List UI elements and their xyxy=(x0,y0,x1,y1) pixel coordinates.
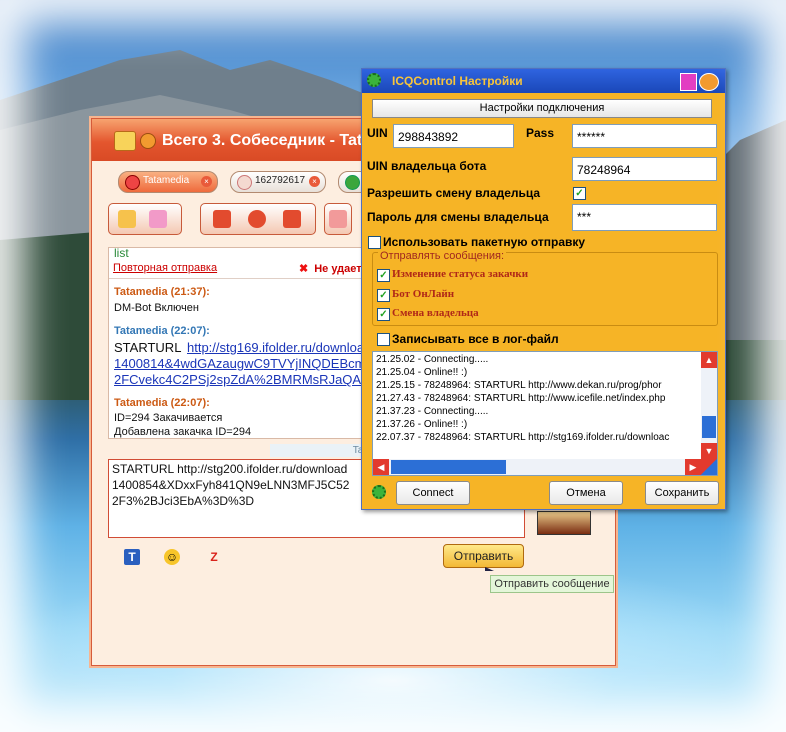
status-flower-icon xyxy=(237,175,252,190)
settings-dialog: ICQControl Настройки Настройки подключен… xyxy=(361,68,726,510)
chat-title: Всего 3. Собеседник - Tata xyxy=(162,132,372,149)
message-text: STARTURL xyxy=(114,340,182,355)
toolbar-group-messages xyxy=(108,203,182,235)
error-text: Не удает xyxy=(314,263,362,275)
resize-corner xyxy=(701,459,717,475)
dialog-title: ICQControl Настройки xyxy=(392,74,523,88)
status-flower-icon xyxy=(345,175,360,190)
gear-icon xyxy=(372,485,386,499)
message-link[interactable]: http://stg169.ifolder.ru/download xyxy=(187,340,371,355)
close-tab-icon[interactable]: × xyxy=(201,176,212,187)
text-format-icon[interactable]: T xyxy=(124,549,140,565)
shake-icon[interactable]: Z xyxy=(206,549,222,565)
log-line: 21.25.04 - Online!! :) xyxy=(376,367,468,378)
owner-pass-label: Пароль для смены владельца xyxy=(367,210,549,224)
avatar xyxy=(537,511,591,535)
message-icon xyxy=(114,131,136,151)
message-text: Добавлена закачка ID=294 xyxy=(114,426,252,438)
scroll-up-icon[interactable]: ▲ xyxy=(701,352,717,368)
send-tooltip: Отправить сообщение xyxy=(490,575,614,593)
toolbar-group-calls xyxy=(200,203,316,235)
status-flower-icon xyxy=(125,175,140,190)
list-label: list xyxy=(114,247,129,260)
log-line: 21.25.15 - 78248964: STARTURL http://www… xyxy=(376,380,662,391)
error-x-icon: ✖ xyxy=(299,263,309,275)
resend-link[interactable]: Повторная отправка xyxy=(113,262,217,274)
save-button[interactable]: Сохранить xyxy=(645,481,719,505)
close-icon[interactable] xyxy=(699,73,719,91)
input-line: STARTURL http://stg200.ifolder.ru/downlo… xyxy=(112,462,348,476)
log-line: 21.25.02 - Connecting..... xyxy=(376,354,489,365)
input-line: 1400854&XDxxFyh841QN9eLNN3MFJ5C52 xyxy=(112,478,350,492)
pin-icon[interactable] xyxy=(680,73,697,91)
scroll-down-icon[interactable]: ▼ xyxy=(701,443,717,459)
owner-change-label: Смена владельца xyxy=(392,307,479,319)
send-messages-title: Отправлять сообщения: xyxy=(378,250,507,262)
send-button[interactable]: Отправить xyxy=(443,544,524,568)
toolbar-group-extra xyxy=(324,203,352,235)
connect-button[interactable]: Connect xyxy=(396,481,470,505)
log-output[interactable]: 21.25.02 - Connecting..... 21.25.04 - On… xyxy=(372,351,718,476)
scroll-thumb[interactable] xyxy=(702,416,716,438)
pass-label: Pass xyxy=(526,126,555,140)
batch-send-label: Использовать пакетную отправку xyxy=(383,235,586,249)
vertical-scrollbar[interactable]: ▲ ▼ xyxy=(701,352,717,459)
message-link[interactable]: 1400814&4wdGAzaugwC9TVYjINQDEBcmA xyxy=(114,356,374,371)
owner-uin-label: UIN владельца бота xyxy=(367,159,487,173)
message-header: Tatamedia (21:37): xyxy=(114,286,210,298)
message-text: ID=294 Закачивается xyxy=(114,412,223,424)
uin-label: UIN xyxy=(367,126,388,140)
tab-tatamedia[interactable]: Tatamedia × xyxy=(118,171,218,193)
log-file-label: Записывать все в лог-файл xyxy=(392,332,559,346)
message-header: Tatamedia (22:07): xyxy=(114,325,210,337)
error-notice: ✖ Не удает xyxy=(299,262,362,275)
log-line: 21.37.23 - Connecting..... xyxy=(376,406,489,417)
message-link[interactable]: 2FCvekc4C2PSj2spZdA%2BMRMsRJaQA% xyxy=(114,372,373,387)
horizontal-scrollbar[interactable]: ◀ ▶ xyxy=(373,459,701,475)
mouse-cursor-icon xyxy=(485,567,494,571)
phone-icon[interactable] xyxy=(213,210,231,228)
file-icon[interactable] xyxy=(329,210,347,228)
scroll-right-icon[interactable]: ▶ xyxy=(685,459,701,475)
log-line: 22.07.37 - 78248964: STARTURL http://stg… xyxy=(376,432,670,443)
batch-send-checkbox[interactable] xyxy=(368,236,381,249)
pass-field[interactable]: ****** xyxy=(572,124,717,148)
multi-message-icon[interactable] xyxy=(149,210,167,228)
bot-online-label: Бот ОнЛайн xyxy=(392,288,455,300)
message-text: DM-Bot Включен xyxy=(114,302,199,314)
allow-owner-change-label: Разрешить смену владельца xyxy=(367,186,541,200)
message-icon[interactable] xyxy=(118,210,136,228)
bot-online-checkbox[interactable]: ✓ xyxy=(377,289,390,302)
owner-pass-field[interactable]: *** xyxy=(572,204,717,231)
tab-162792617[interactable]: 162792617 × xyxy=(230,171,326,193)
webcam-icon[interactable] xyxy=(248,210,266,228)
tab-label: Tatamedia xyxy=(143,175,190,186)
cancel-button[interactable]: Отмена xyxy=(549,481,623,505)
status-flower-icon xyxy=(140,133,156,149)
status-change-label: Изменение статуса закачки xyxy=(392,268,529,280)
connection-settings-button[interactable]: Настройки подключения xyxy=(372,99,712,118)
status-change-checkbox[interactable]: ✓ xyxy=(377,269,390,282)
tab-label: 162792617 xyxy=(255,175,306,186)
log-line: 21.27.43 - 78248964: STARTURL http://www… xyxy=(376,393,666,404)
log-line: 21.37.26 - Online!! :) xyxy=(376,419,468,430)
dialog-title-bar[interactable]: ICQControl Настройки xyxy=(362,69,725,93)
fax-icon[interactable] xyxy=(283,210,301,228)
owner-change-checkbox[interactable]: ✓ xyxy=(377,308,390,321)
gear-icon xyxy=(367,73,381,87)
input-line: 2F3%2BJci3EbA%3D%3D xyxy=(112,494,255,508)
log-file-checkbox[interactable] xyxy=(377,333,390,346)
scroll-left-icon[interactable]: ◀ xyxy=(373,459,389,475)
message-header: Tatamedia (22:07): xyxy=(114,397,210,409)
allow-owner-change-checkbox[interactable]: ✓ xyxy=(573,187,586,200)
scroll-thumb[interactable] xyxy=(391,460,506,474)
uin-field[interactable]: 298843892 xyxy=(393,124,514,148)
owner-uin-field[interactable]: 78248964 xyxy=(572,157,717,181)
close-tab-icon[interactable]: × xyxy=(309,176,320,187)
smiley-icon[interactable]: ☺ xyxy=(164,549,180,565)
